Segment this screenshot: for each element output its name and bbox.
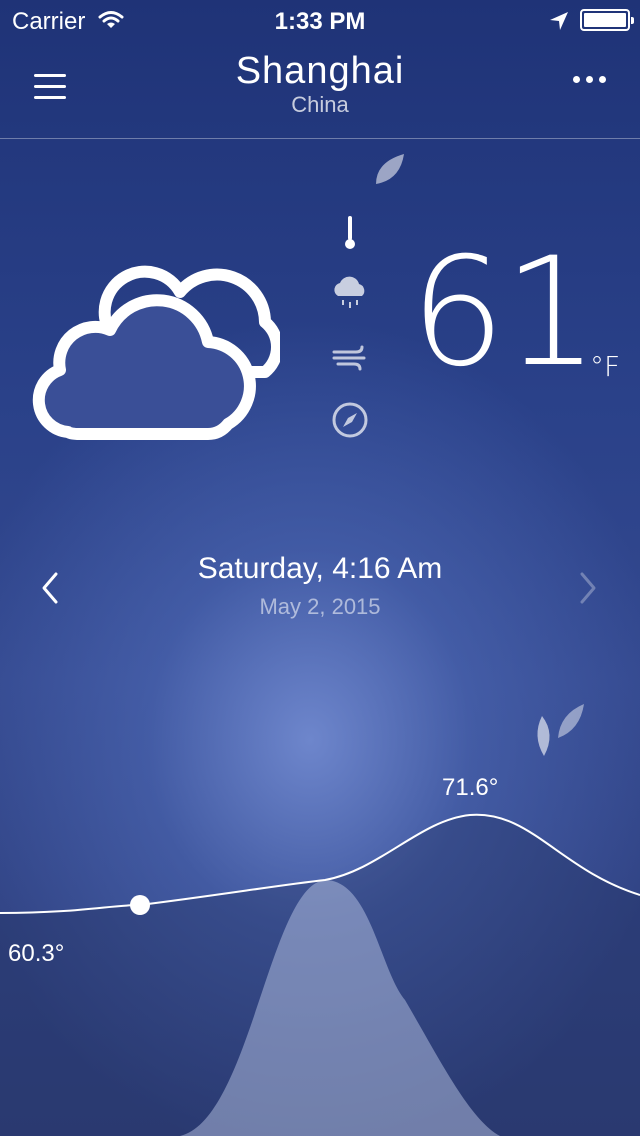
leaf-decoration-icon: [0, 90, 10, 134]
current-temperature: 61: [410, 226, 599, 400]
header-divider: [0, 138, 640, 139]
wind-icon: [332, 345, 366, 371]
status-bar: Carrier 1:33 PM: [0, 0, 640, 40]
thermometer-icon: [345, 216, 355, 249]
compass-icon: [332, 402, 368, 438]
country-subtitle: China: [291, 92, 349, 117]
chevron-right-icon[interactable]: [574, 570, 602, 606]
forecast-date: May 2, 2015: [259, 594, 381, 619]
city-title: Shanghai: [235, 50, 405, 92]
low-temp-label: 60.3°: [8, 940, 65, 967]
cloudy-icon: [32, 265, 280, 440]
current-time-marker[interactable]: [130, 895, 150, 915]
battery-full-icon: [580, 9, 634, 31]
location-arrow-icon: [550, 12, 568, 30]
high-temp-label: 71.6°: [442, 774, 499, 801]
rain-icon: [334, 276, 365, 308]
temperature-chart: [0, 813, 640, 1136]
leaf-decoration-icon: [376, 154, 404, 184]
status-time: 1:33 PM: [274, 8, 366, 35]
more-dots-icon[interactable]: [570, 76, 610, 88]
forecast-day-time: Saturday, 4:16 Am: [197, 552, 443, 585]
temperature-unit[interactable]: °F: [590, 350, 620, 383]
